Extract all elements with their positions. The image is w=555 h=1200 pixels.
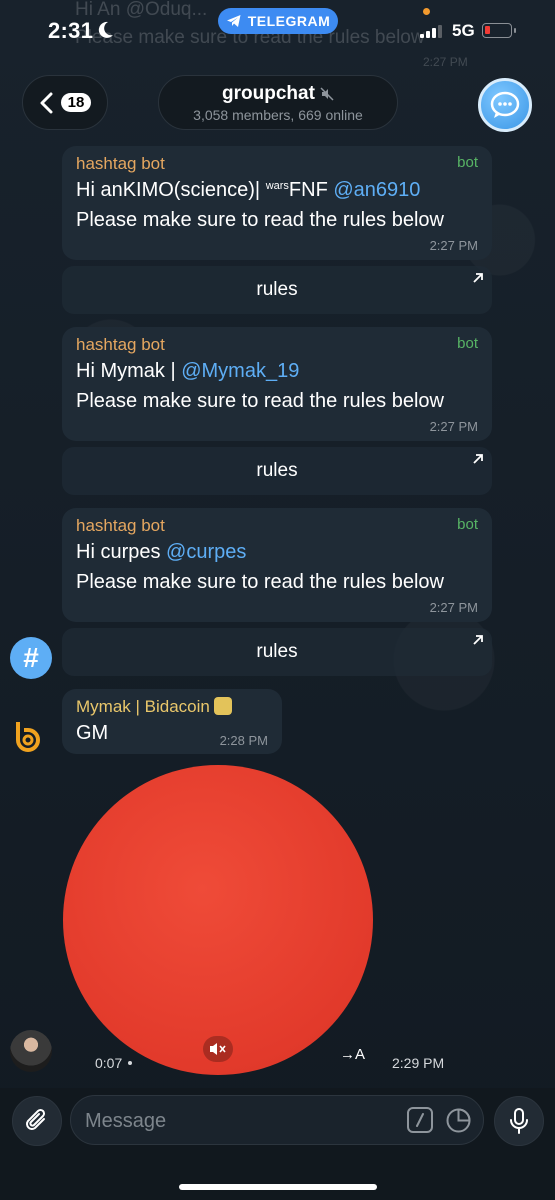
ghost-notification: Hi An @Oduq... Please make sure to read … — [75, 0, 468, 69]
moon-icon — [98, 21, 113, 38]
hashtag-bot-avatar[interactable]: # — [10, 637, 52, 679]
rules-button-label: rules — [256, 279, 298, 300]
rules-button[interactable]: rules — [62, 266, 492, 314]
rules-button-label: rules — [256, 641, 298, 662]
video-duration: 0:07 — [95, 1055, 133, 1071]
voice-record-button[interactable] — [494, 1096, 544, 1146]
ghost-line-1: Hi An @Oduq... — [75, 0, 208, 20]
message-time: 2:29 PM — [392, 1055, 445, 1071]
home-indicator[interactable] — [179, 1184, 377, 1190]
privacy-indicator-dot — [423, 8, 430, 15]
message-time: 2:27 PM — [429, 238, 478, 253]
bot-commands-button[interactable] — [407, 1107, 433, 1133]
chevron-left-icon — [40, 92, 53, 113]
sender-name[interactable]: Mymak | Bidacoin — [76, 697, 232, 717]
chat-bubble-icon — [490, 91, 520, 118]
arrow-up-right-icon — [473, 635, 483, 645]
message-field[interactable] — [70, 1095, 484, 1145]
mention-link[interactable]: @an6910 — [333, 179, 420, 201]
video-message[interactable] — [63, 765, 373, 1075]
signal-icon — [420, 24, 442, 38]
network-type: 5G — [452, 21, 475, 40]
microphone-icon — [510, 1108, 528, 1134]
message-bubble[interactable]: hashtag bot bot Hi anKIMO(science)| wars… — [62, 146, 492, 260]
telegram-pill-label: TELEGRAM — [247, 13, 331, 29]
mention-link[interactable]: @curpes — [166, 541, 246, 563]
sender-name[interactable]: hashtag bot — [76, 154, 165, 174]
arrow-up-right-icon — [473, 454, 483, 464]
mention-link[interactable]: @Mymak_19 — [181, 360, 299, 382]
message-line-1: Hi anKIMO(science)| warsFNF @an6910 — [76, 179, 421, 201]
message-time: 2:27 PM — [429, 600, 478, 615]
bot-label: bot — [457, 154, 478, 171]
message-text: GM — [76, 722, 109, 744]
battery-icon — [482, 23, 516, 38]
rules-button-label: rules — [256, 460, 298, 481]
speaker-muted-icon — [210, 1043, 226, 1055]
telegram-pill[interactable]: TELEGRAM — [218, 8, 338, 34]
translate-button[interactable]: →A — [340, 1046, 365, 1063]
back-button[interactable]: 18 — [22, 75, 108, 130]
message-bubble[interactable]: Mymak | Bidacoin GM 2:28 PM — [62, 689, 282, 754]
telegram-icon — [226, 15, 241, 27]
arrow-up-right-icon — [473, 273, 483, 283]
message-time: 2:28 PM — [219, 733, 268, 748]
chat-title-pill[interactable]: groupchat 3,058 members, 669 online — [158, 75, 398, 130]
ghost-time: 2:27 PM — [423, 55, 468, 69]
chat-subtitle: 3,058 members, 669 online — [193, 107, 363, 123]
chat-title: groupchat — [222, 83, 315, 104]
message-line-2: Please make sure to read the rules below — [76, 390, 444, 412]
sender-avatar[interactable] — [10, 1030, 52, 1072]
emoji-status-icon — [213, 697, 232, 715]
status-bar: Hi An @Oduq... Please make sure to read … — [0, 0, 555, 69]
group-avatar[interactable] — [478, 78, 532, 132]
message-time: 2:27 PM — [429, 419, 478, 434]
sticker-icon[interactable] — [445, 1107, 472, 1134]
message-bubble[interactable]: hashtag bot bot Hi curpes @curpes Please… — [62, 508, 492, 622]
video-mute-button[interactable] — [203, 1036, 233, 1062]
rules-button[interactable]: rules — [62, 628, 492, 676]
status-time: 2:31 — [48, 18, 94, 43]
unread-badge: 18 — [60, 93, 92, 112]
bot-label: bot — [457, 335, 478, 352]
message-bubble[interactable]: hashtag bot bot Hi Mymak | @Mymak_19 Ple… — [62, 327, 492, 441]
slash-icon — [416, 1113, 424, 1127]
paperclip-icon — [26, 1108, 46, 1130]
bot-label: bot — [457, 516, 478, 533]
message-line-1: Hi Mymak | @Mymak_19 — [76, 360, 300, 382]
bidacoin-avatar[interactable] — [14, 718, 48, 752]
sender-name[interactable]: hashtag bot — [76, 335, 165, 355]
message-input[interactable] — [85, 1107, 385, 1135]
message-line-2: Please make sure to read the rules below — [76, 571, 444, 593]
sender-name[interactable]: hashtag bot — [76, 516, 165, 536]
message-line-2: Please make sure to read the rules below — [76, 209, 444, 231]
attach-button[interactable] — [12, 1096, 62, 1146]
message-line-1: Hi curpes @curpes — [76, 541, 247, 563]
rules-button[interactable]: rules — [62, 447, 492, 495]
muted-icon — [320, 87, 334, 101]
